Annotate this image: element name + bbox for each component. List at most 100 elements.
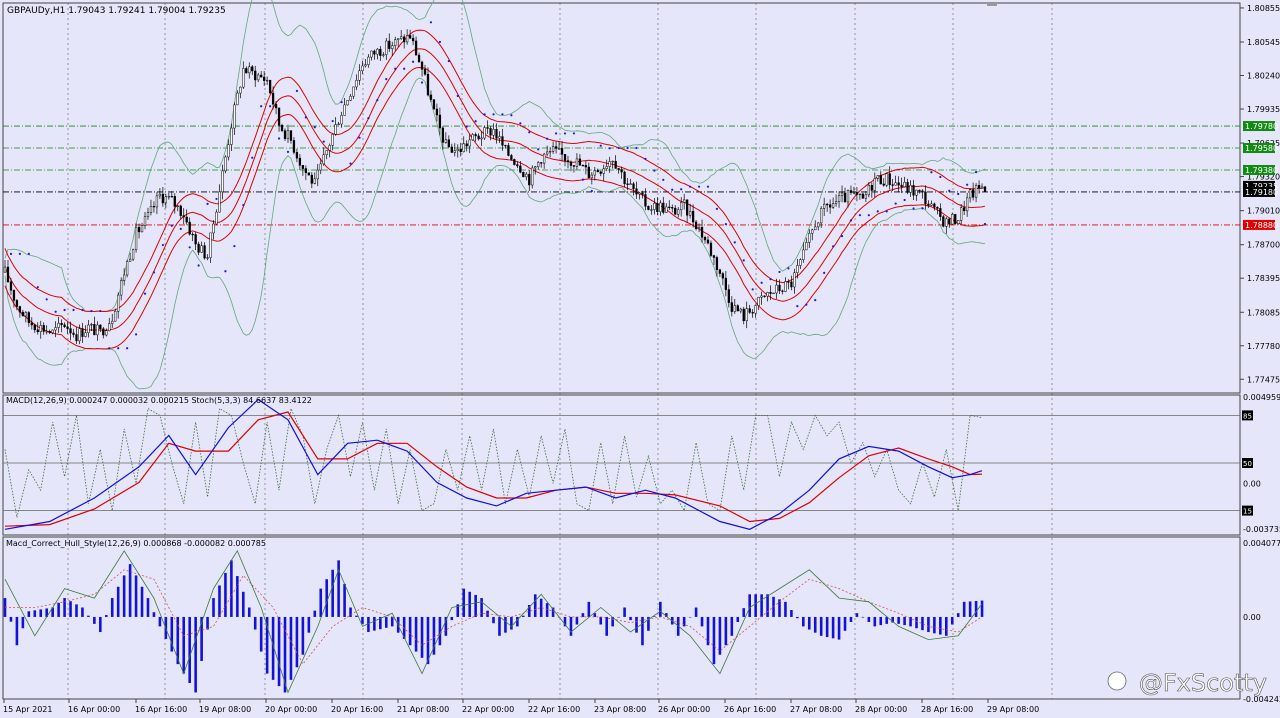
candle-body <box>498 136 501 139</box>
histogram-bar <box>122 575 126 617</box>
candle-body <box>814 226 817 231</box>
candle-body <box>796 265 799 273</box>
candle-body <box>510 155 513 160</box>
histogram-bar <box>349 607 352 617</box>
candle-body <box>945 218 948 227</box>
psar-dot <box>742 259 745 262</box>
candle-body <box>769 292 772 294</box>
histogram-bar <box>158 616 162 627</box>
histogram-bar <box>319 588 323 617</box>
candle-body <box>352 86 355 97</box>
candle-body <box>325 150 328 156</box>
candle-body <box>15 300 19 307</box>
histogram-bar <box>39 609 43 617</box>
candle-body <box>745 308 748 322</box>
price-tick-label: 1.80855 <box>1247 4 1280 13</box>
candle-body <box>60 322 63 326</box>
histogram-bar <box>784 601 787 617</box>
candle-body <box>647 206 650 210</box>
candle-body <box>572 165 576 167</box>
histogram-bar <box>915 616 918 629</box>
candle-body <box>111 320 114 324</box>
histogram-bar <box>694 607 698 617</box>
candle-body <box>516 164 519 167</box>
histogram-bar <box>897 616 900 624</box>
time-label: 27 Apr 08:00 <box>790 705 842 714</box>
histogram-bar <box>337 560 340 617</box>
candle-body <box>155 195 159 208</box>
candle-body <box>361 65 364 71</box>
candle-body <box>894 182 897 186</box>
candle-body <box>328 145 331 151</box>
psar-dot <box>974 171 978 174</box>
candle-body <box>522 172 525 178</box>
candle-body <box>680 202 683 211</box>
histogram-bar <box>974 600 978 617</box>
histogram-bar <box>510 616 513 630</box>
candle-body <box>206 257 209 259</box>
candle-body <box>620 169 623 173</box>
histogram-bar <box>545 603 549 617</box>
candle-body <box>489 128 492 136</box>
psar-dot <box>501 113 504 116</box>
psar-dot <box>921 207 924 210</box>
candle-body <box>251 66 254 72</box>
candle-body <box>858 193 862 196</box>
candle-body <box>891 184 894 186</box>
histogram-bar <box>700 616 704 627</box>
candle-body <box>379 48 382 56</box>
psar-dot <box>36 286 39 289</box>
candle-body <box>733 305 736 312</box>
candle-body <box>444 139 448 143</box>
histogram-bar <box>766 594 769 617</box>
candle-body <box>417 54 421 63</box>
candle-body <box>578 158 582 166</box>
time-label: 19 Apr 08:00 <box>199 705 251 714</box>
candle-body <box>197 243 200 253</box>
psar-dot <box>769 277 772 281</box>
psar-dot <box>420 81 424 84</box>
candle-body <box>382 54 385 56</box>
psar-dot <box>143 292 147 295</box>
hull-axis-label: 0.004077 <box>1243 539 1280 548</box>
psar-dot <box>188 246 191 249</box>
candle-body <box>188 221 191 235</box>
psar-dot <box>706 185 710 188</box>
candle-body <box>364 64 367 67</box>
histogram-bar <box>903 616 906 626</box>
trading-chart[interactable]: GBPAUDy,H1 1.79043 1.79241 1.79004 1.792… <box>0 0 1280 718</box>
psar-dot <box>117 347 120 350</box>
histogram-bar <box>575 616 579 625</box>
psar-dot <box>903 198 906 202</box>
candle-body <box>227 144 230 158</box>
candle-body <box>63 324 66 328</box>
candle-body <box>918 189 921 192</box>
candle-body <box>24 312 27 317</box>
candle-body <box>435 108 439 116</box>
histogram-bar <box>9 616 13 622</box>
psar-dot <box>966 183 969 186</box>
time-label: 22 Apr 16:00 <box>528 705 580 714</box>
psar-dot <box>537 148 540 151</box>
candle-body <box>125 261 129 276</box>
candle-body <box>906 182 909 193</box>
candle-body <box>191 233 194 236</box>
candle-body <box>277 107 281 126</box>
candle-body <box>408 35 412 39</box>
candle-body <box>230 127 233 145</box>
candle-body <box>915 189 918 196</box>
stoch-level-label: 50 <box>1243 460 1252 468</box>
chart-shift-marker[interactable] <box>987 3 997 6</box>
psar-dot <box>9 252 13 255</box>
candle-body <box>879 175 882 185</box>
candle-body <box>81 328 84 337</box>
candle-body <box>581 164 585 167</box>
candle-body <box>283 130 287 139</box>
time-label: 29 Apr 08:00 <box>987 705 1039 714</box>
candle-body <box>373 50 376 55</box>
candle-body <box>873 178 876 191</box>
candle-body <box>480 137 483 140</box>
candle-body <box>721 273 725 279</box>
psar-dot <box>260 105 263 108</box>
histogram-bar <box>212 598 215 617</box>
